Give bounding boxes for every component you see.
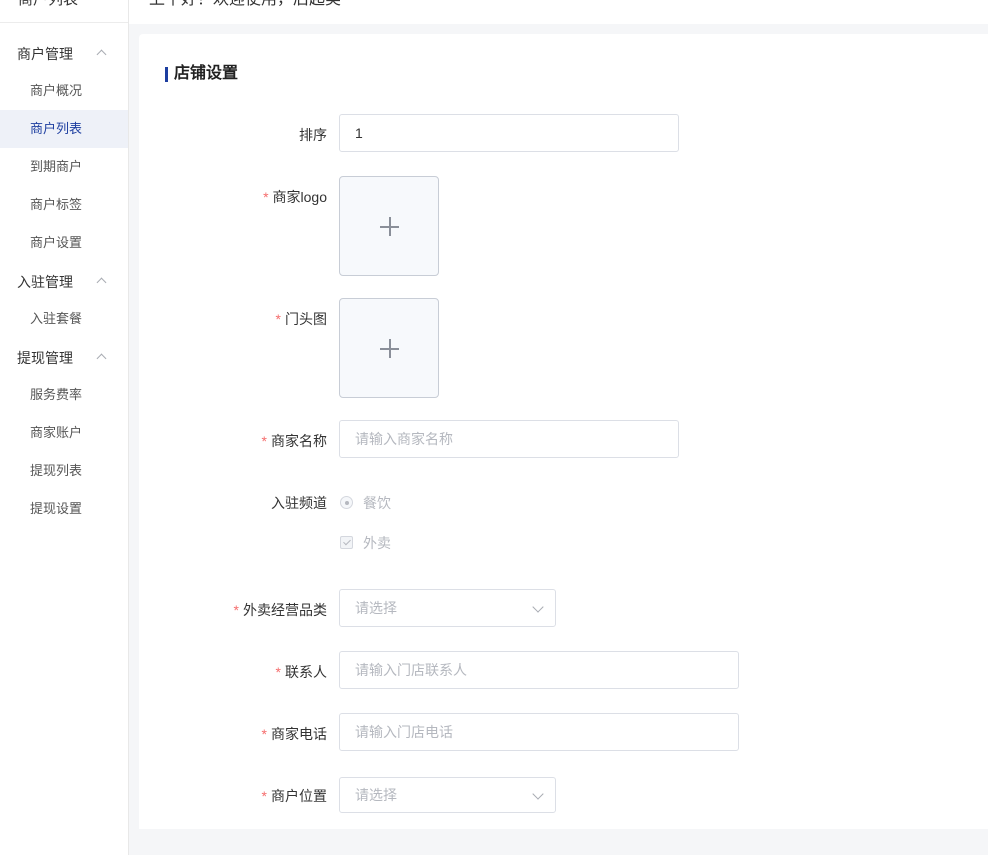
category-select[interactable]: 请选择 [339, 589, 556, 627]
required-mark: * [263, 189, 269, 205]
phone-label: * 商家电话 [261, 726, 327, 742]
sidebar-item-label: 服务费率 [30, 387, 83, 402]
merchant-name-label: * 商家名称 [261, 433, 327, 449]
location-select[interactable]: 请选择 [339, 777, 556, 813]
door-image-upload[interactable] [339, 298, 439, 398]
sidebar-item-merchant-list[interactable]: 商户列表 [0, 110, 128, 148]
required-mark: * [261, 788, 267, 804]
channel-checkbox[interactable] [340, 536, 353, 549]
contact-input[interactable]: 请输入门店联系人 [339, 651, 739, 689]
chevron-up-icon [96, 353, 107, 364]
channel-radio[interactable] [340, 496, 353, 509]
sidebar-item-label: 商户设置 [30, 235, 83, 250]
sidebar-item-withdraw-settings[interactable]: 提现设置 [0, 490, 128, 528]
door-image-label: * 门头图 [275, 311, 327, 327]
category-label: * 外卖经营品类 [233, 602, 327, 618]
channel-label: 入驻频道 [271, 495, 327, 511]
sidebar-item-label: 提现列表 [30, 463, 83, 478]
sidebar-item-label: 提现设置 [30, 501, 83, 516]
sidebar-item-label: 商户列表 [30, 121, 83, 136]
sidebar-item-expired[interactable]: 到期商户 [0, 148, 128, 186]
sidebar-item-label: 商户标签 [30, 197, 83, 212]
sidebar-item-withdraw-list[interactable]: 提现列表 [0, 452, 128, 490]
required-mark: * [275, 311, 281, 327]
required-mark: * [261, 726, 267, 742]
required-mark: * [233, 602, 239, 618]
sidebar-item-packages[interactable]: 入驻套餐 [0, 300, 128, 338]
section-title: 店铺设置 [165, 64, 238, 84]
sidebar-item-label: 到期商户 [30, 159, 83, 174]
channel-option-label: 餐饮 [363, 495, 391, 511]
sidebar-group-onboarding[interactable]: 入驻管理 [0, 263, 128, 301]
sidebar-item-overview[interactable]: 商户概况 [0, 72, 128, 110]
sidebar-item-label: 入驻套餐 [30, 311, 83, 326]
location-label: * 商户位置 [261, 788, 327, 804]
chevron-up-icon [96, 277, 107, 288]
welcome-text: 上午好！欢迎使用，后起美 [149, 0, 341, 12]
contact-label: * 联系人 [275, 664, 327, 680]
sidebar-item-fee-rate[interactable]: 服务费率 [0, 376, 128, 414]
sidebar: 商户列表 商户管理 商户概况 商户列表 到期商户 商户标签 商户设置 入驻管理 … [0, 0, 129, 855]
sidebar-group-label: 提现管理 [17, 350, 73, 366]
select-placeholder: 请选择 [355, 787, 397, 803]
sidebar-item-label: 商家账户 [30, 425, 83, 440]
chevron-up-icon [96, 49, 107, 60]
sidebar-group-label: 入驻管理 [17, 274, 73, 290]
store-settings-panel: 店铺设置 排序 1 * 商家logo * 门头图 * 商家名称 请输入商家名称 入驻频… [139, 34, 988, 829]
sidebar-divider [0, 22, 128, 23]
sort-label: 排序 [299, 127, 327, 143]
channel-option-label: 外卖 [363, 535, 391, 551]
merchant-name-input[interactable]: 请输入商家名称 [339, 420, 679, 458]
sort-input[interactable]: 1 [339, 114, 679, 152]
logo-label: * 商家logo [263, 189, 327, 205]
top-header: 上午好！欢迎使用，后起美 [129, 0, 988, 24]
sidebar-title: 商户列表 [18, 0, 78, 12]
sidebar-item-tags[interactable]: 商户标签 [0, 186, 128, 224]
required-mark: * [261, 433, 267, 449]
sidebar-group-merchant[interactable]: 商户管理 [0, 35, 128, 73]
sidebar-item-label: 商户概况 [30, 83, 83, 98]
sidebar-item-merchant-settings[interactable]: 商户设置 [0, 224, 128, 262]
sidebar-item-accounts[interactable]: 商家账户 [0, 414, 128, 452]
phone-input[interactable]: 请输入门店电话 [339, 713, 739, 751]
sidebar-group-withdraw[interactable]: 提现管理 [0, 339, 128, 377]
logo-upload[interactable] [339, 176, 439, 276]
required-mark: * [275, 664, 281, 680]
chevron-down-icon [532, 601, 544, 613]
chevron-down-icon [532, 788, 544, 800]
sidebar-group-label: 商户管理 [17, 46, 73, 62]
select-placeholder: 请选择 [355, 600, 397, 616]
